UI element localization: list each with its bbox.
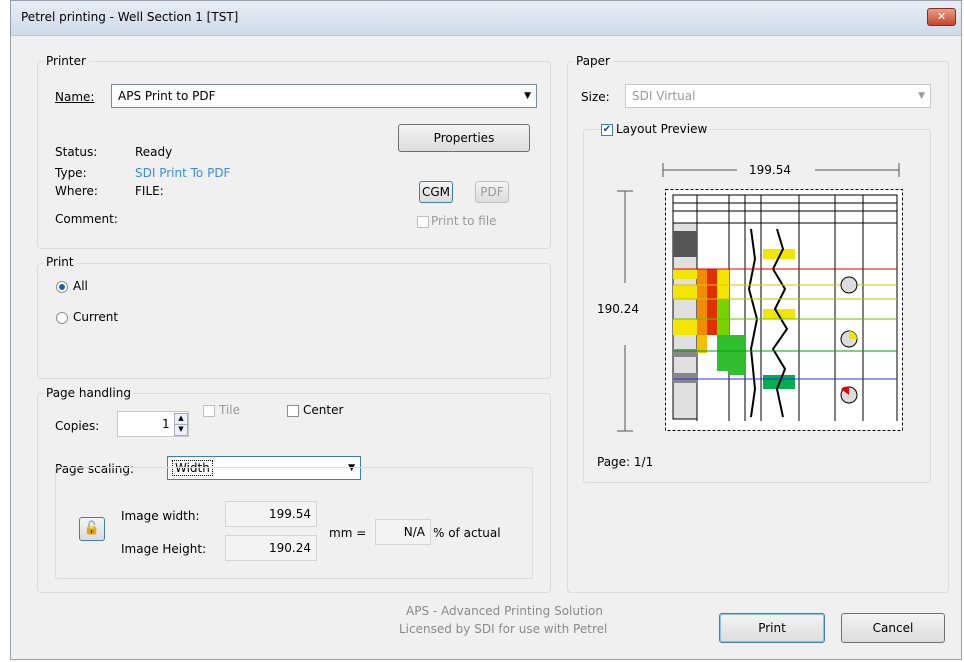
tile-label: Tile (219, 403, 241, 417)
tile-checkbox[interactable] (203, 405, 215, 417)
spin-down-icon[interactable]: ▼ (174, 424, 188, 436)
print-dialog: Petrel printing - Well Section 1 [TST] ✕… (10, 0, 962, 660)
paper-size-value: SDI Virtual (632, 89, 696, 103)
center-checkbox[interactable] (287, 405, 299, 417)
image-height-label: Image Height: (121, 542, 207, 556)
aspect-lock-button[interactable]: 🔓 (79, 517, 105, 541)
page-handling-legend: Page handling (43, 386, 134, 400)
chevron-down-icon: ▼ (524, 91, 531, 101)
image-width-field[interactable]: 199.54 (225, 501, 317, 527)
paper-size-select[interactable]: SDI Virtual ▼ (625, 84, 931, 108)
license-line-2: Licensed by SDI for use with Petrel (399, 622, 608, 636)
where-value: FILE: (135, 184, 164, 198)
print-to-file-checkbox[interactable] (417, 216, 429, 228)
pdf-button-label: PDF (480, 185, 504, 199)
copies-label: Copies: (55, 419, 100, 433)
properties-button-label: Properties (433, 131, 495, 145)
pdf-button[interactable]: PDF (475, 181, 509, 203)
copies-spinner[interactable]: 1 ▲ ▼ (117, 411, 189, 437)
properties-button[interactable]: Properties (398, 124, 530, 152)
image-width-label: Image width: (121, 509, 200, 523)
cgm-button[interactable]: CGM (419, 181, 453, 203)
print-button-label: Print (758, 621, 786, 635)
copies-value: 1 (162, 417, 170, 431)
percent-value: N/A (403, 525, 425, 539)
printer-name-value: APS Print to PDF (118, 89, 216, 103)
mm-equals-label: mm = (329, 526, 367, 540)
layout-preview-checkbox[interactable]: ✔ (601, 124, 613, 136)
print-to-file-label: Print to file (431, 214, 497, 228)
print-all-radio[interactable] (56, 281, 68, 293)
comment-label: Comment: (55, 212, 118, 226)
preview-width-value: 199.54 (749, 163, 791, 177)
type-label: Type: (55, 166, 87, 180)
percent-field[interactable]: N/A (375, 519, 431, 545)
close-button[interactable]: ✕ (927, 8, 956, 26)
type-value: SDI Print To PDF (135, 166, 231, 180)
status-value: Ready (135, 145, 173, 159)
paper-legend: Paper (573, 54, 613, 68)
print-current-label: Current (73, 310, 119, 324)
print-current-radio[interactable] (56, 312, 68, 324)
printer-name-select[interactable]: APS Print to PDF ▼ (111, 84, 537, 108)
printer-name-label: Name: (55, 90, 95, 104)
image-width-value: 199.54 (269, 507, 311, 521)
page-indicator: Page: 1/1 (597, 455, 654, 469)
layout-preview-label: Layout Preview (616, 122, 710, 136)
image-height-field[interactable]: 190.24 (225, 535, 317, 561)
unlock-icon: 🔓 (83, 521, 101, 536)
print-all-label: All (73, 279, 88, 293)
window-title: Petrel printing - Well Section 1 [TST] (21, 10, 239, 24)
status-label: Status: (55, 145, 98, 159)
cancel-button[interactable]: Cancel (841, 613, 945, 643)
preview-height-value: 190.24 (597, 302, 639, 316)
well-section-preview-thumbnail (665, 189, 903, 431)
printer-legend: Printer (43, 54, 89, 68)
print-legend: Print (43, 255, 77, 269)
chevron-down-icon: ▼ (918, 91, 925, 101)
cgm-button-label: CGM (421, 185, 451, 199)
paper-size-label: Size: (581, 90, 610, 104)
where-label: Where: (55, 184, 98, 198)
center-label: Center (303, 403, 344, 417)
close-icon: ✕ (936, 10, 947, 23)
percent-label: % of actual (433, 526, 501, 540)
cancel-button-label: Cancel (872, 621, 914, 635)
license-line-1: APS - Advanced Printing Solution (406, 604, 603, 618)
title-bar: Petrel printing - Well Section 1 [TST] ✕ (11, 1, 961, 36)
print-button[interactable]: Print (719, 613, 825, 643)
image-height-value: 190.24 (269, 541, 311, 555)
